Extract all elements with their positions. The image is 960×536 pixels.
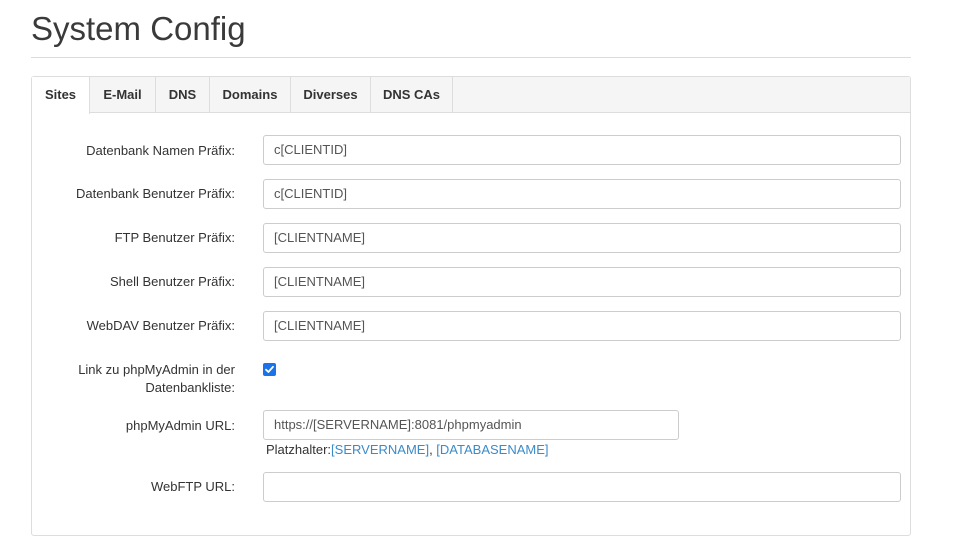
webdav-user-prefix-label: WebDAV Benutzer Präfix: [86,318,235,333]
ftp-user-prefix-input[interactable]: [CLIENTNAME] [263,223,901,253]
placeholder-databasename-link[interactable]: [DATABASENAME] [436,442,548,457]
db-user-prefix-label: Datenbank Benutzer Präfix: [76,186,235,201]
tab-dns[interactable]: DNS [156,77,210,113]
phpmyadmin-url-input[interactable]: https://[SERVERNAME]:8081/phpmyadmin [263,410,679,440]
webftp-url-label: WebFTP URL: [150,479,235,494]
tab-bar: Sites E-Mail DNS Domains Diverses DNS CA… [32,77,910,114]
phpmyadmin-link-label: Link zu phpMyAdmin in der Datenbankliste… [25,361,235,397]
webftp-url-input[interactable] [263,472,901,502]
placeholder-servername-link[interactable]: [SERVERNAME] [331,442,429,457]
ftp-user-prefix-label: FTP Benutzer Präfix: [114,230,235,245]
phpmyadmin-link-checkbox[interactable] [263,363,276,376]
db-name-prefix-label: Datenbank Namen Präfix: [86,143,235,158]
shell-user-prefix-label: Shell Benutzer Präfix: [109,274,235,289]
config-panel: Sites E-Mail DNS Domains Diverses DNS CA… [31,76,911,536]
placeholder-hint: Platzhalter:[SERVERNAME], [DATABASENAME] [266,442,549,457]
tab-sites[interactable]: Sites [32,77,90,114]
placeholder-hint-prefix: Platzhalter: [266,442,332,457]
title-divider [31,57,911,58]
shell-user-prefix-input[interactable]: [CLIENTNAME] [263,267,901,297]
webdav-user-prefix-input[interactable]: [CLIENTNAME] [263,311,901,341]
db-name-prefix-input[interactable]: c[CLIENTID] [263,135,901,165]
tab-dns-cas[interactable]: DNS CAs [371,77,453,113]
tab-domains[interactable]: Domains [210,77,291,113]
phpmyadmin-link-label-line1: Link zu phpMyAdmin in der [78,362,235,377]
db-user-prefix-input[interactable]: c[CLIENTID] [263,179,901,209]
phpmyadmin-link-label-line2: Datenbankliste: [145,380,235,395]
phpmyadmin-url-label: phpMyAdmin URL: [125,418,235,433]
tab-email[interactable]: E-Mail [90,77,156,113]
checkmark-icon [265,365,274,373]
tab-diverses[interactable]: Diverses [291,77,371,113]
page-title: System Config [31,10,246,47]
